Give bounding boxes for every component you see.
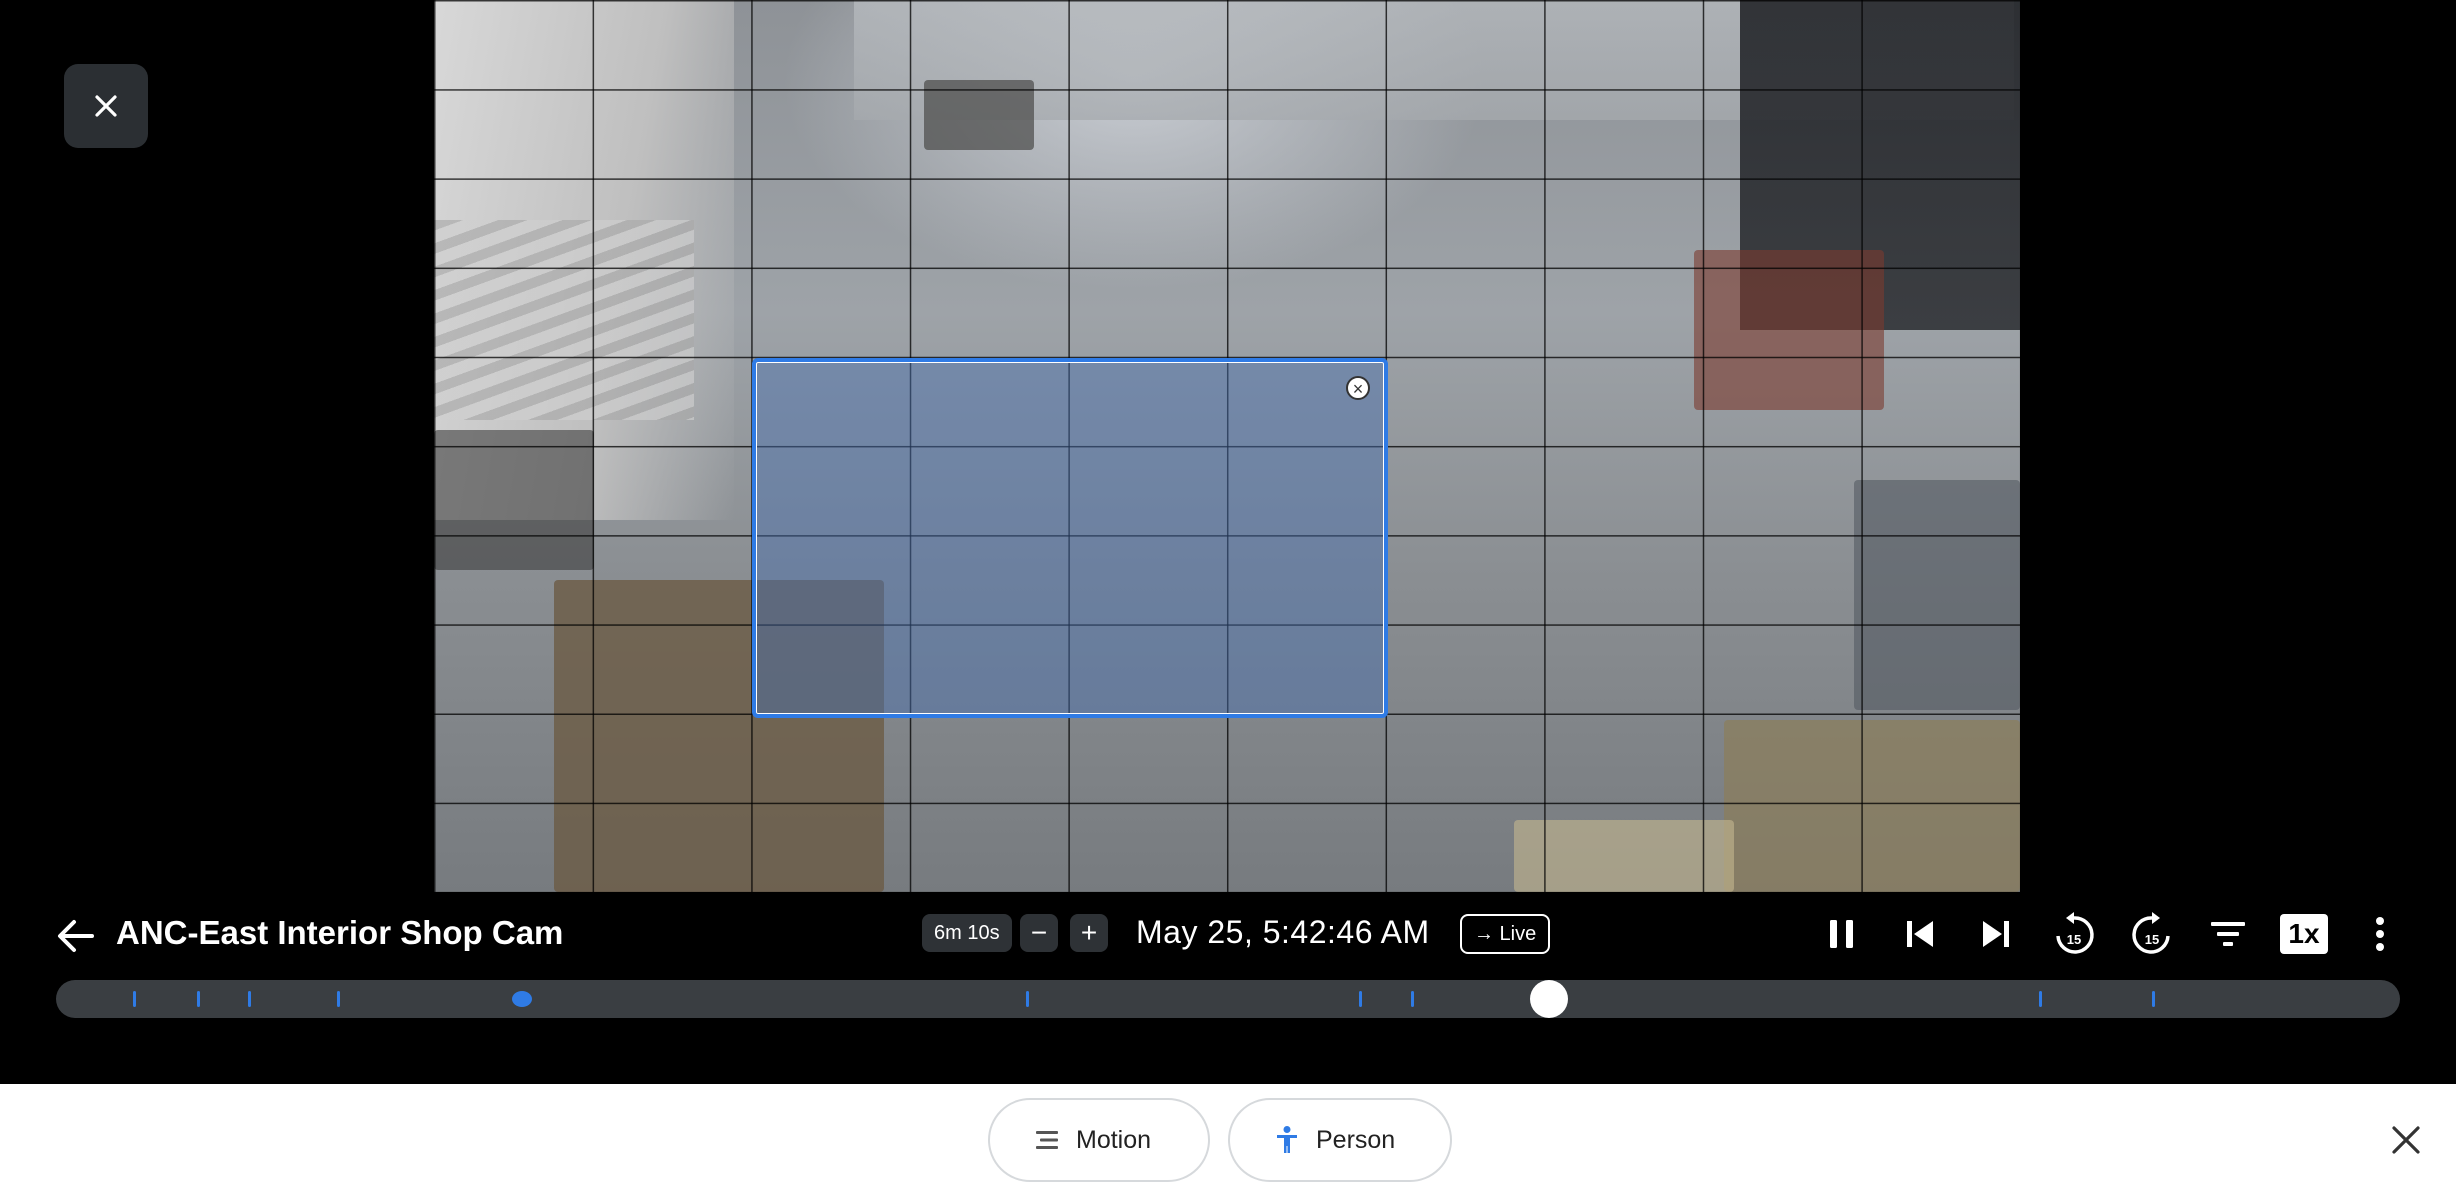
close-player-button[interactable] bbox=[64, 64, 148, 148]
timeline-event-tick[interactable] bbox=[1359, 991, 1363, 1007]
timeline-event-tick[interactable] bbox=[196, 991, 200, 1007]
filter-chip-motion[interactable]: Motion bbox=[988, 1098, 1210, 1182]
timeline-event-tick[interactable] bbox=[1026, 991, 1030, 1007]
go-live-button[interactable]: → Live bbox=[1460, 914, 1551, 954]
playback-timeline[interactable] bbox=[56, 980, 2400, 1018]
rewind-15-icon[interactable]: 15 bbox=[2048, 908, 2100, 960]
pause-icon[interactable] bbox=[1816, 908, 1868, 960]
forward-15-icon[interactable]: 15 bbox=[2126, 908, 2178, 960]
filter-icon[interactable] bbox=[2202, 908, 2254, 960]
filter-chip-person[interactable]: Person bbox=[1228, 1098, 1452, 1182]
filter-chip-label: Motion bbox=[1076, 1125, 1152, 1154]
clip-duration-badge: 6m 10s bbox=[922, 914, 1012, 952]
back-arrow-icon[interactable] bbox=[52, 912, 100, 960]
plus-icon: + bbox=[1080, 917, 1098, 948]
timeline-event-tick[interactable] bbox=[2151, 991, 2155, 1007]
timeline-highlighted-event[interactable] bbox=[512, 991, 533, 1007]
timeline-event-tick[interactable] bbox=[248, 991, 252, 1007]
timeline-event-tick[interactable] bbox=[133, 991, 137, 1007]
playback-control-bar: ANC-East Interior Shop Cam 6m 10s − + Ma… bbox=[0, 892, 2456, 1084]
filter-chip-label: Person bbox=[1316, 1125, 1396, 1154]
skip-previous-icon[interactable] bbox=[1894, 908, 1946, 960]
camera-title: ANC-East Interior Shop Cam bbox=[116, 914, 564, 951]
playback-speed-button[interactable]: 1x bbox=[2280, 914, 2328, 954]
remove-zone-button[interactable]: × bbox=[1346, 376, 1370, 400]
motion-zone-selection[interactable]: × bbox=[752, 358, 1388, 718]
zoom-out-button[interactable]: − bbox=[1020, 914, 1058, 952]
camera-video-feed[interactable]: × bbox=[434, 0, 2020, 892]
timeline-event-tick[interactable] bbox=[337, 991, 341, 1007]
timeline-event-tick[interactable] bbox=[2039, 991, 2043, 1007]
timeline-scrubber-handle[interactable] bbox=[1530, 980, 1569, 1018]
svg-text:15: 15 bbox=[2145, 932, 2159, 947]
playback-timestamp: May 25, 5:42:46 AM bbox=[1136, 914, 1430, 950]
person-icon bbox=[1277, 1126, 1297, 1153]
more-options-icon[interactable] bbox=[2354, 908, 2406, 960]
event-filter-sheet: Motion Person bbox=[0, 1084, 2456, 1196]
close-icon bbox=[95, 95, 117, 117]
svg-text:15: 15 bbox=[2067, 932, 2081, 947]
timeline-event-tick[interactable] bbox=[1410, 991, 1414, 1007]
motion-lines-icon bbox=[1036, 1131, 1058, 1149]
minus-icon: − bbox=[1030, 917, 1048, 948]
skip-next-icon[interactable] bbox=[1970, 908, 2022, 960]
zoom-in-button[interactable]: + bbox=[1070, 914, 1108, 952]
close-filters-icon[interactable] bbox=[2384, 1118, 2428, 1162]
